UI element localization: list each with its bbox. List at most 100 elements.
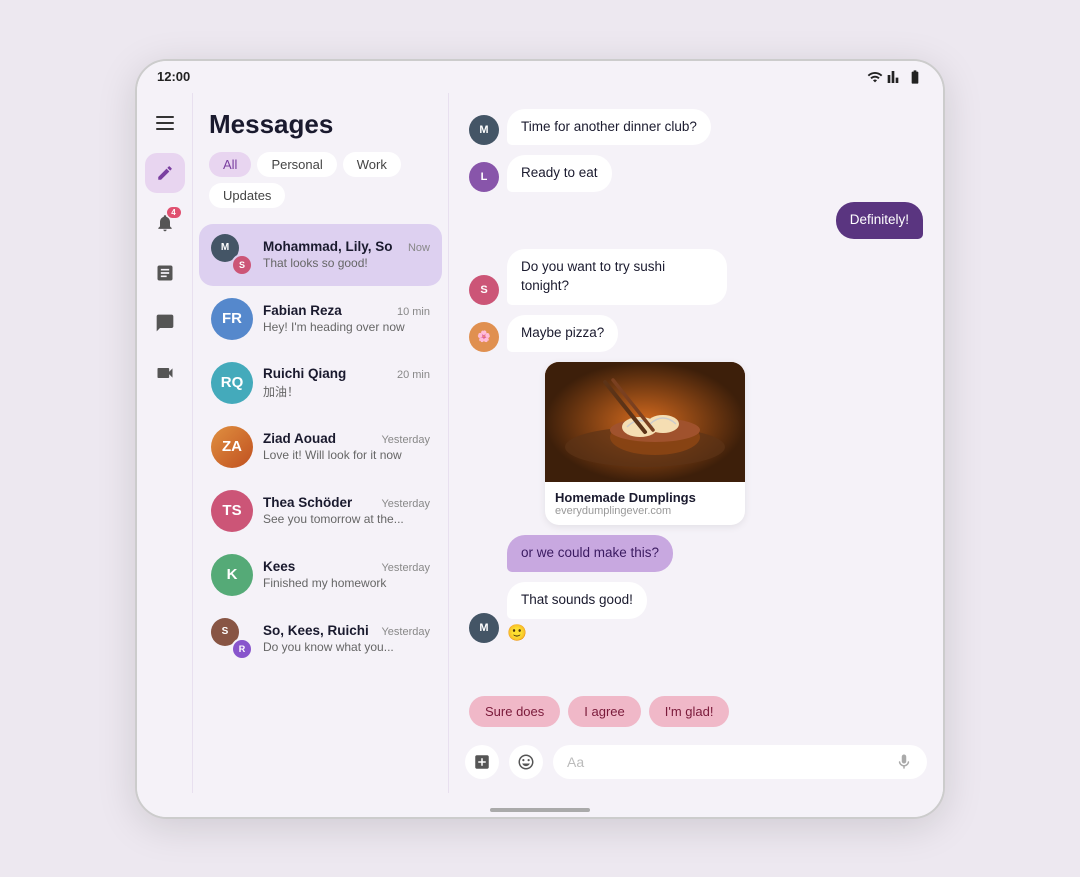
link-card-title: Homemade Dumplings: [555, 490, 735, 505]
message-bubble: Do you want to try sushi tonight?: [507, 249, 727, 305]
message-input[interactable]: Aa: [553, 745, 927, 779]
conv-time: 10 min: [397, 306, 430, 318]
battery-icon: [907, 69, 923, 85]
message-row: S Do you want to try sushi tonight?: [469, 249, 923, 305]
status-time: 12:00: [157, 69, 190, 84]
message-row: or we could make this?: [469, 535, 923, 572]
conversation-list: M S Mohammad, Lily, So Now That looks so…: [193, 222, 448, 793]
messages-panel: Messages All Personal Work Updates M S: [193, 93, 449, 793]
hamburger-menu-button[interactable]: [145, 103, 185, 143]
chat-messages: M Time for another dinner club? L Ready …: [449, 93, 943, 692]
conversation-item[interactable]: S R So, Kees, Ruichi Yesterday Do you kn…: [199, 608, 442, 670]
signal-icon: [887, 69, 903, 85]
conversation-item[interactable]: TS Thea Schöder Yesterday See you tomorr…: [199, 480, 442, 542]
message-avatar: M: [469, 115, 499, 145]
avatar: TS: [211, 490, 253, 532]
notifications-button[interactable]: 4: [145, 203, 185, 243]
filter-updates[interactable]: Updates: [209, 183, 285, 208]
status-icons: [867, 69, 923, 85]
conv-preview: That looks so good!: [263, 256, 430, 270]
conv-name: Mohammad, Lily, So: [263, 239, 393, 254]
video-button[interactable]: [145, 353, 185, 393]
chat-button[interactable]: [145, 303, 185, 343]
quick-reply-i-agree[interactable]: I agree: [568, 696, 640, 727]
compose-button[interactable]: [145, 153, 185, 193]
video-icon: [155, 363, 175, 383]
message-avatar: M: [469, 613, 499, 643]
quick-reply-sure-does[interactable]: Sure does: [469, 696, 560, 727]
conv-name: So, Kees, Ruichi: [263, 623, 369, 638]
add-attachment-button[interactable]: [465, 745, 499, 779]
emoji-icon: [517, 753, 535, 771]
filter-chips: All Personal Work Updates: [209, 152, 432, 208]
device-frame: 12:00: [135, 59, 945, 819]
notes-button[interactable]: [145, 253, 185, 293]
conv-info: Ziad Aouad Yesterday Love it! Will look …: [263, 431, 430, 462]
conv-time: Yesterday: [381, 562, 430, 574]
message-row: Definitely!: [469, 202, 923, 239]
status-bar: 12:00: [137, 61, 943, 93]
message-row: L Ready to eat: [469, 155, 923, 192]
input-placeholder: Aa: [567, 754, 584, 770]
avatar: FR: [211, 298, 253, 340]
avatar: RQ: [211, 362, 253, 404]
conv-name: Thea Schöder: [263, 495, 352, 510]
messages-header: Messages All Personal Work Updates: [193, 93, 448, 222]
message-avatar: 🌸: [469, 322, 499, 352]
messages-title: Messages: [209, 109, 432, 140]
message-bubble: Time for another dinner club?: [507, 109, 711, 146]
conv-info: Thea Schöder Yesterday See you tomorrow …: [263, 495, 430, 526]
message-row: M That sounds good! 🙂: [469, 582, 923, 643]
conv-preview: Love it! Will look for it now: [263, 448, 430, 462]
message-avatar: S: [469, 275, 499, 305]
conversation-item[interactable]: FR Fabian Reza 10 min Hey! I'm heading o…: [199, 288, 442, 350]
conv-time: Yesterday: [381, 434, 430, 446]
avatar: K: [211, 554, 253, 596]
chat-icon: [155, 313, 175, 333]
microphone-icon[interactable]: [895, 753, 913, 771]
conv-time: Yesterday: [381, 626, 430, 638]
link-card-body: Homemade Dumplings everydumplingever.com: [545, 482, 745, 525]
conv-time: 20 min: [397, 369, 430, 381]
conversation-item[interactable]: RQ Ruichi Qiang 20 min 加油！: [199, 352, 442, 414]
notification-badge: 4: [167, 207, 181, 218]
chat-input-bar: Aa: [449, 737, 943, 793]
bottom-bar: [137, 793, 943, 817]
conv-time: Now: [408, 242, 430, 254]
conv-name: Ziad Aouad: [263, 431, 336, 446]
conversation-item[interactable]: ZA Ziad Aouad Yesterday Love it! Will lo…: [199, 416, 442, 478]
conversation-item[interactable]: M S Mohammad, Lily, So Now That looks so…: [199, 224, 442, 286]
conv-preview: Finished my homework: [263, 576, 430, 590]
conversation-item[interactable]: K Kees Yesterday Finished my homework: [199, 544, 442, 606]
conv-info: Ruichi Qiang 20 min 加油！: [263, 366, 430, 400]
filter-personal[interactable]: Personal: [257, 152, 336, 177]
link-card-container: Homemade Dumplings everydumplingever.com: [507, 362, 923, 525]
conv-name: Kees: [263, 559, 295, 574]
conv-preview: 加油！: [263, 383, 430, 400]
conv-name: Fabian Reza: [263, 303, 342, 318]
conv-preview: See you tomorrow at the...: [263, 512, 430, 526]
message-row: 🌸 Maybe pizza?: [469, 315, 923, 352]
message-avatar: L: [469, 162, 499, 192]
chat-panel: M Time for another dinner club? L Ready …: [449, 93, 943, 793]
message-bubble: Maybe pizza?: [507, 315, 618, 352]
wifi-icon: [867, 69, 883, 85]
filter-all[interactable]: All: [209, 152, 251, 177]
hamburger-icon: [150, 110, 180, 136]
filter-work[interactable]: Work: [343, 152, 401, 177]
message-bubble: Definitely!: [836, 202, 923, 239]
message-bubble-suggest: or we could make this?: [507, 535, 673, 572]
quick-reply-im-glad[interactable]: I'm glad!: [649, 696, 730, 727]
message-bubble: That sounds good!: [507, 582, 647, 619]
conv-info: Mohammad, Lily, So Now That looks so goo…: [263, 239, 430, 270]
link-card[interactable]: Homemade Dumplings everydumplingever.com: [545, 362, 745, 525]
avatar: ZA: [211, 426, 253, 468]
conv-name: Ruichi Qiang: [263, 366, 346, 381]
dumpling-illustration: [545, 362, 745, 482]
message-reaction[interactable]: 🙂: [507, 623, 647, 643]
emoji-button[interactable]: [509, 745, 543, 779]
link-card-image: [545, 362, 745, 482]
notes-icon: [155, 263, 175, 283]
add-icon: [473, 753, 491, 771]
message-bubble: Ready to eat: [507, 155, 612, 192]
